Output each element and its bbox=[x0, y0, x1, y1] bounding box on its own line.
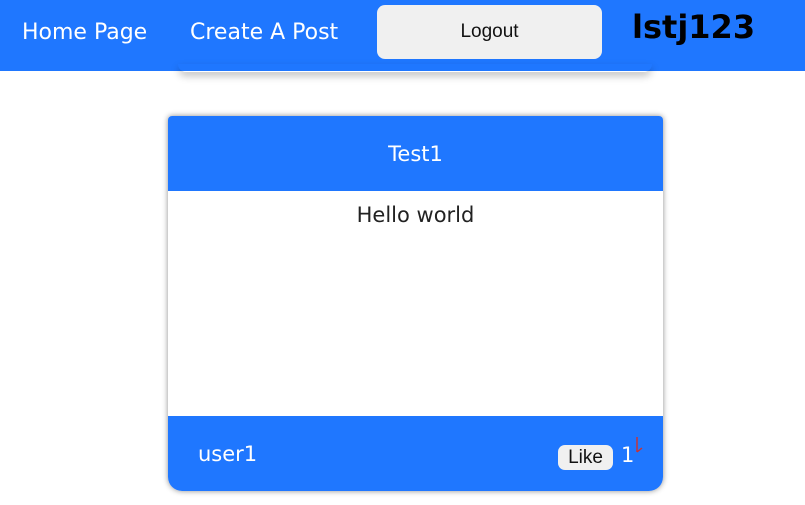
nav-link-create-post[interactable]: Create A Post bbox=[190, 20, 338, 45]
like-count: 1 bbox=[621, 443, 635, 467]
post-footer: user1 Like 1 bbox=[168, 416, 663, 491]
logout-button[interactable]: Logout bbox=[377, 5, 602, 59]
like-button[interactable]: Like bbox=[558, 445, 613, 470]
post-title: Test1 bbox=[168, 116, 663, 191]
mouse-cursor-icon bbox=[636, 437, 643, 453]
post-body: Hello world bbox=[356, 203, 475, 227]
current-username: lstj123 bbox=[632, 8, 756, 46]
navbar: Home Page Create A Post Logout lstj123 bbox=[0, 0, 805, 71]
post-author[interactable]: user1 bbox=[198, 442, 257, 466]
nav-link-home[interactable]: Home Page bbox=[22, 20, 147, 45]
post-card[interactable]: Test1 Hello world user1 Like 1 bbox=[168, 116, 663, 491]
dropdown-shadow bbox=[178, 64, 652, 72]
